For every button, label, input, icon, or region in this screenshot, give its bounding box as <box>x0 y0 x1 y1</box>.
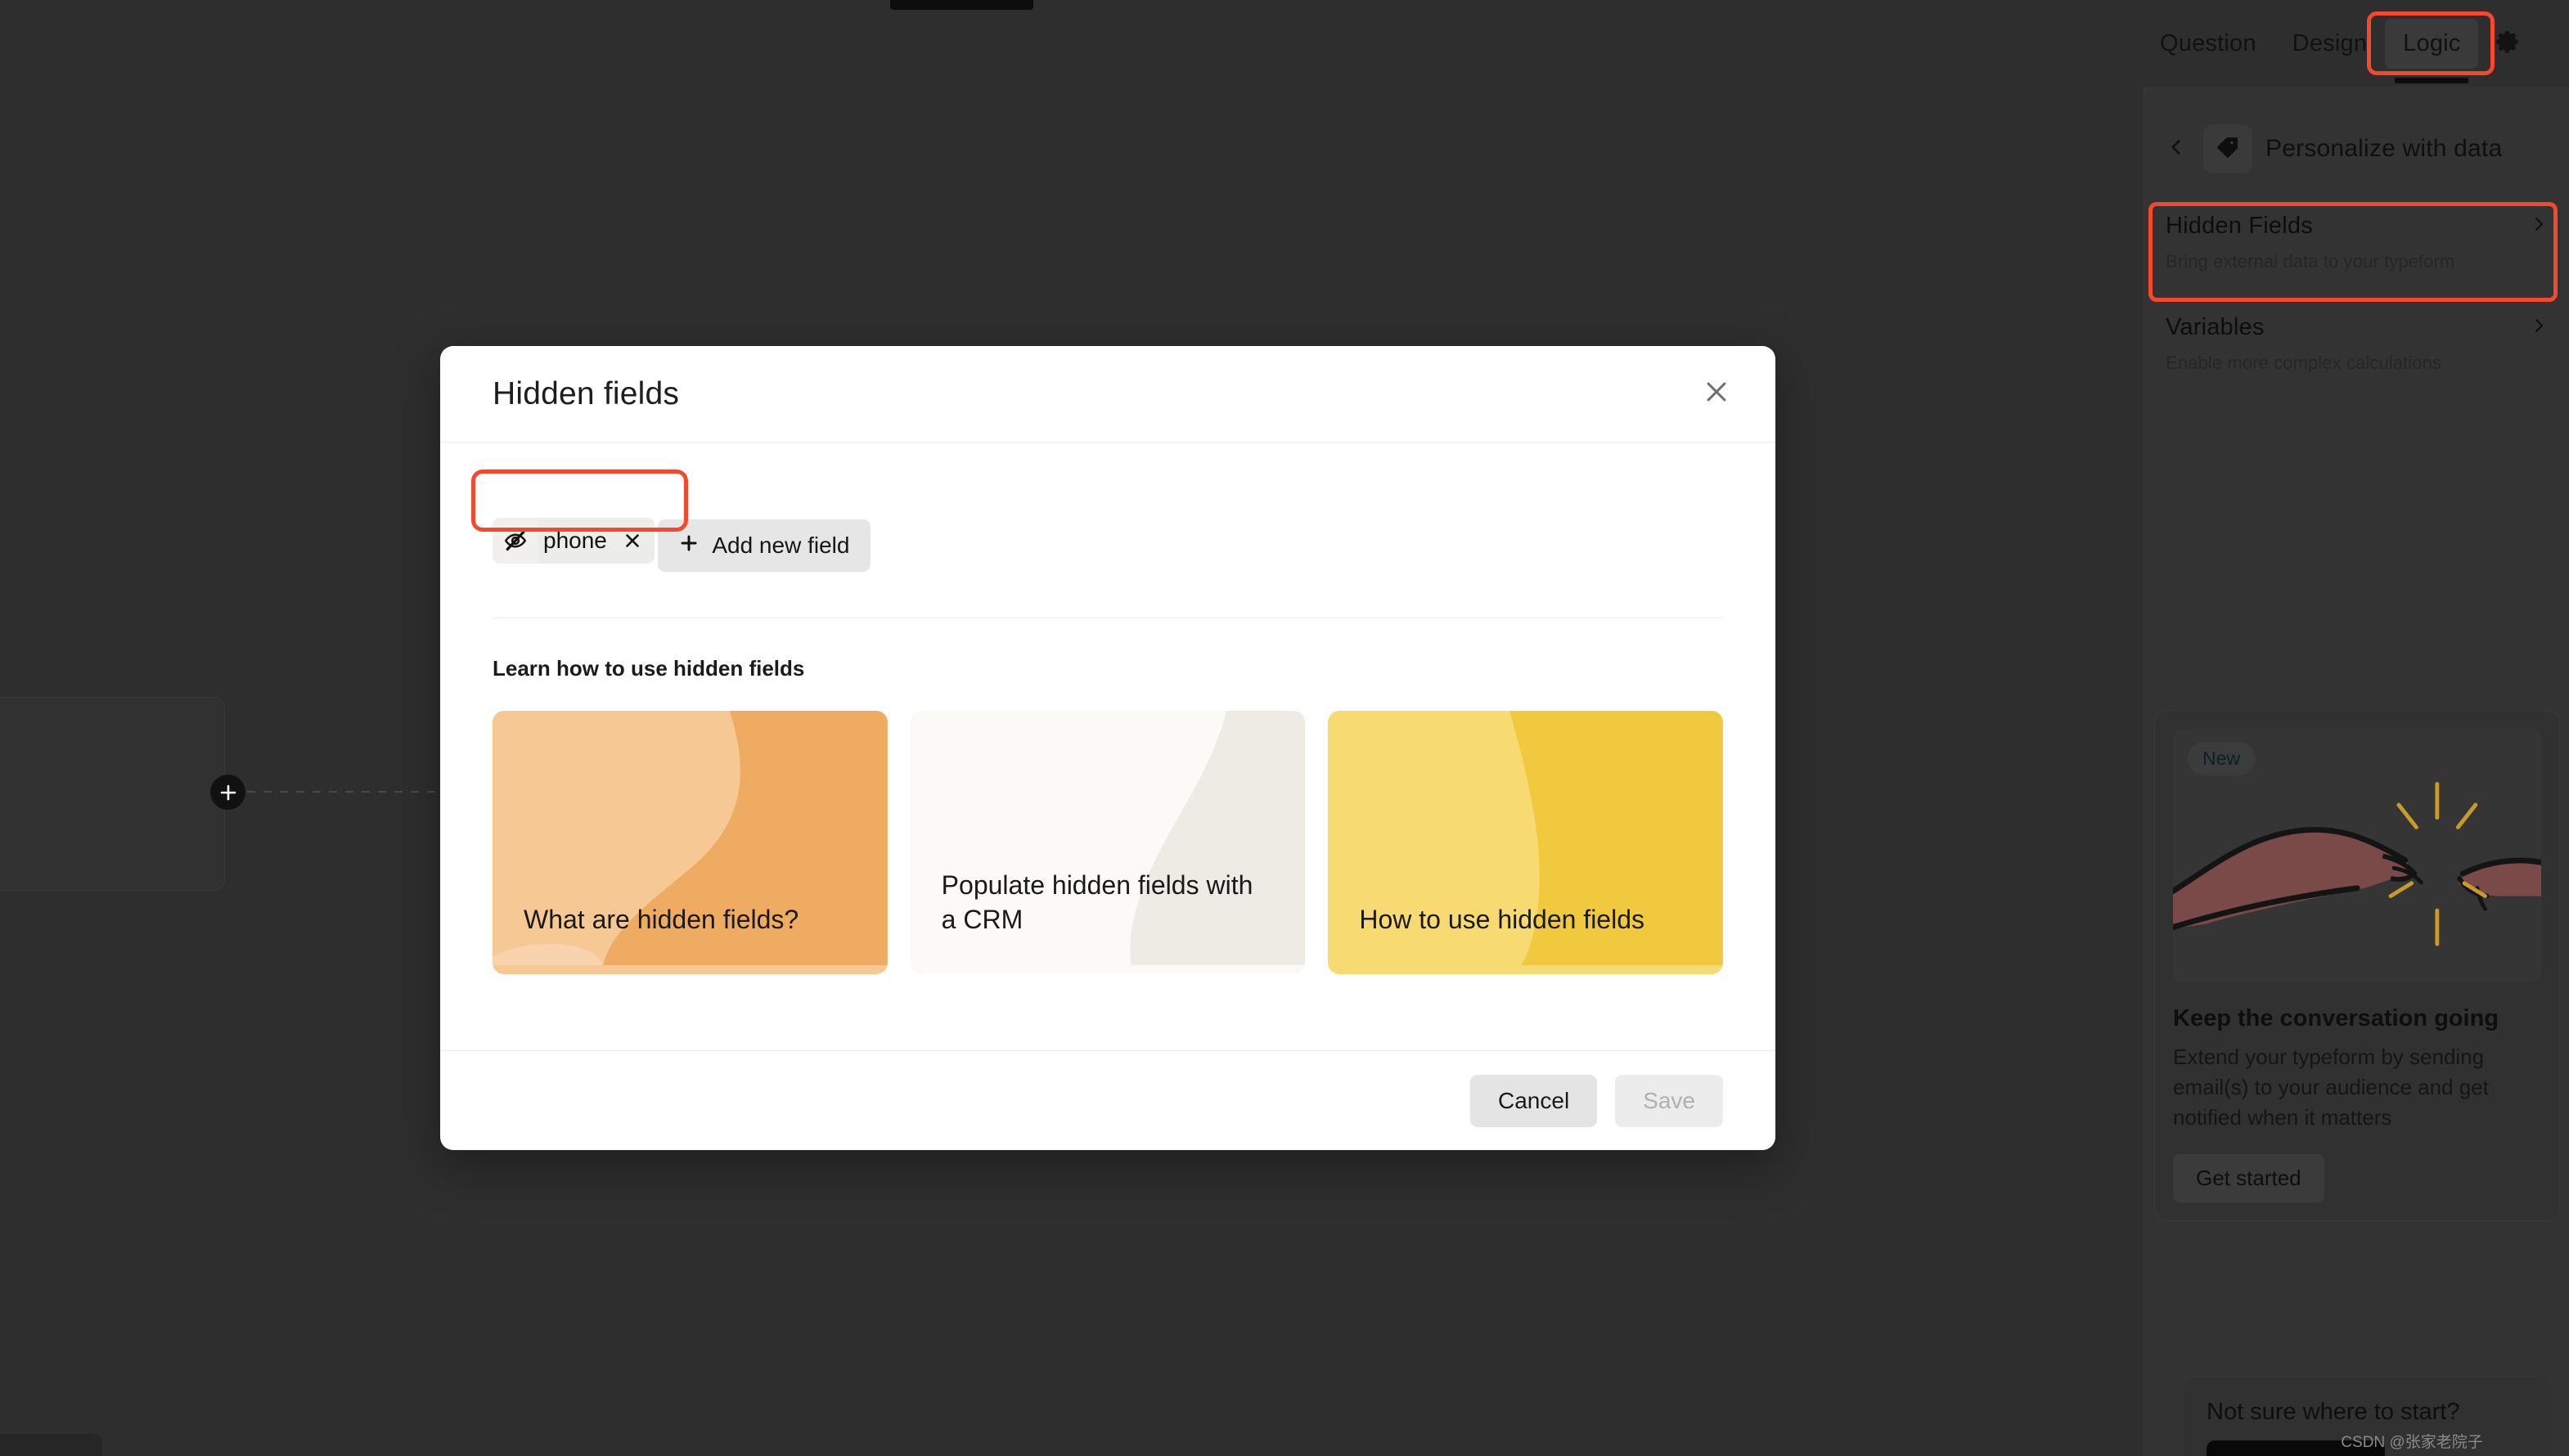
plus-icon <box>219 784 237 802</box>
get-started-button[interactable]: Get started <box>2173 1154 2324 1202</box>
tag-icon <box>2216 135 2240 164</box>
cancel-button[interactable]: Cancel <box>1470 1075 1597 1127</box>
promo-body-line-2: email(s) to your audience and get <box>2173 1072 2541 1103</box>
tab-question[interactable]: Question <box>2142 19 2274 69</box>
promo-body-line-3: notified when it matters <box>2173 1103 2541 1133</box>
settings-button[interactable] <box>2490 25 2526 61</box>
tab-design[interactable]: Design <box>2274 19 2385 69</box>
hidden-field-tag-phone[interactable]: phone <box>493 518 655 564</box>
row-top: Variables <box>2166 314 2549 341</box>
learn-card-populate-with-crm[interactable]: Populate hidden fields with a CRM <box>911 711 1306 974</box>
learn-card-label: What are hidden fields? <box>493 902 830 974</box>
eye-off-icon <box>493 518 538 564</box>
learn-cards: What are hidden fields? Populate hidden … <box>493 711 1723 974</box>
remove-field-button[interactable] <box>610 518 655 564</box>
row-top: Hidden Fields <box>2166 213 2549 240</box>
header-bar: Question Design Logic <box>2142 0 2569 87</box>
panel-back-button[interactable] <box>2162 135 2190 163</box>
editor-tabs: Question Design Logic <box>2142 0 2569 87</box>
promo-body-line-1: Extend your typeform by sending <box>2173 1042 2541 1072</box>
promo-body: Extend your typeform by sending email(s)… <box>2173 1042 2541 1133</box>
sidebar-item-sub-hidden-fields: Bring external data to your typeform <box>2166 251 2549 272</box>
status-badge: New <box>2188 742 2255 775</box>
add-node-button[interactable] <box>210 775 245 810</box>
chevron-right-icon <box>2529 316 2549 339</box>
sidebar-item-sub-variables: Enable more complex calculations <box>2166 353 2549 374</box>
chevron-left-icon <box>2166 137 2187 162</box>
sidebar-item-hidden-fields[interactable]: Hidden Fields Bring external data to you… <box>2144 200 2569 287</box>
page-title: Hidden fields <box>493 376 679 412</box>
plus-icon <box>679 533 699 559</box>
panel-header-title: Personalize with data <box>2265 135 2502 163</box>
top-edge-stub <box>890 0 1033 10</box>
panel-header: Personalize with data <box>2144 111 2569 186</box>
canvas-form-card[interactable]: ds e <box>0 697 225 891</box>
learn-card-label: How to use hidden fields <box>1328 902 1676 974</box>
promo-media: New <box>2173 729 2541 982</box>
close-button[interactable] <box>1695 373 1738 416</box>
promo-title: Keep the conversation going <box>2173 1005 2541 1032</box>
two-hands-touching-illustration <box>2173 774 2541 978</box>
logic-side-panel: Personalize with data Hidden Fields Brin… <box>2144 87 2569 1456</box>
modal-footer: Cancel Save <box>440 1050 1775 1150</box>
save-button: Save <box>1615 1075 1723 1127</box>
canvas-connector-line <box>247 791 456 793</box>
learn-card-label: Populate hidden fields with a CRM <box>911 868 1306 974</box>
add-new-field-label: Add new field <box>712 533 849 559</box>
add-new-field-button[interactable]: Add new field <box>658 519 871 572</box>
chevron-right-icon <box>2529 214 2549 238</box>
sidebar-item-label-hidden-fields: Hidden Fields <box>2166 213 2313 240</box>
watermark: CSDN @张家老院子 <box>2341 1430 2482 1452</box>
promo-card: New Keep <box>2154 710 2560 1221</box>
close-icon <box>1703 378 1730 410</box>
sidebar-item-label-variables: Variables <box>2166 314 2265 341</box>
modal-header: Hidden fields <box>440 346 1775 443</box>
panel-header-icon-box <box>2203 124 2252 173</box>
learn-card-how-to-use-hidden-fields[interactable]: How to use hidden fields <box>1328 711 1723 974</box>
modal-body: phone Add new field Learn how to use hid… <box>440 443 1775 1050</box>
sidebar-item-variables[interactable]: Variables Enable more complex calculatio… <box>2144 301 2569 389</box>
hidden-fields-modal: Hidden fields phone <box>440 346 1775 1150</box>
tab-logic[interactable]: Logic <box>2385 19 2478 69</box>
app-root: ds e Question Design Logic <box>0 0 2569 1456</box>
bottom-left-stub <box>0 1434 102 1456</box>
help-card-title: Not sure where to start? <box>2207 1399 2529 1426</box>
learn-card-what-are-hidden-fields[interactable]: What are hidden fields? <box>493 711 888 974</box>
learn-section-title: Learn how to use hidden fields <box>493 656 1723 681</box>
gear-icon <box>2494 28 2522 60</box>
hidden-field-name: phone <box>538 518 610 564</box>
